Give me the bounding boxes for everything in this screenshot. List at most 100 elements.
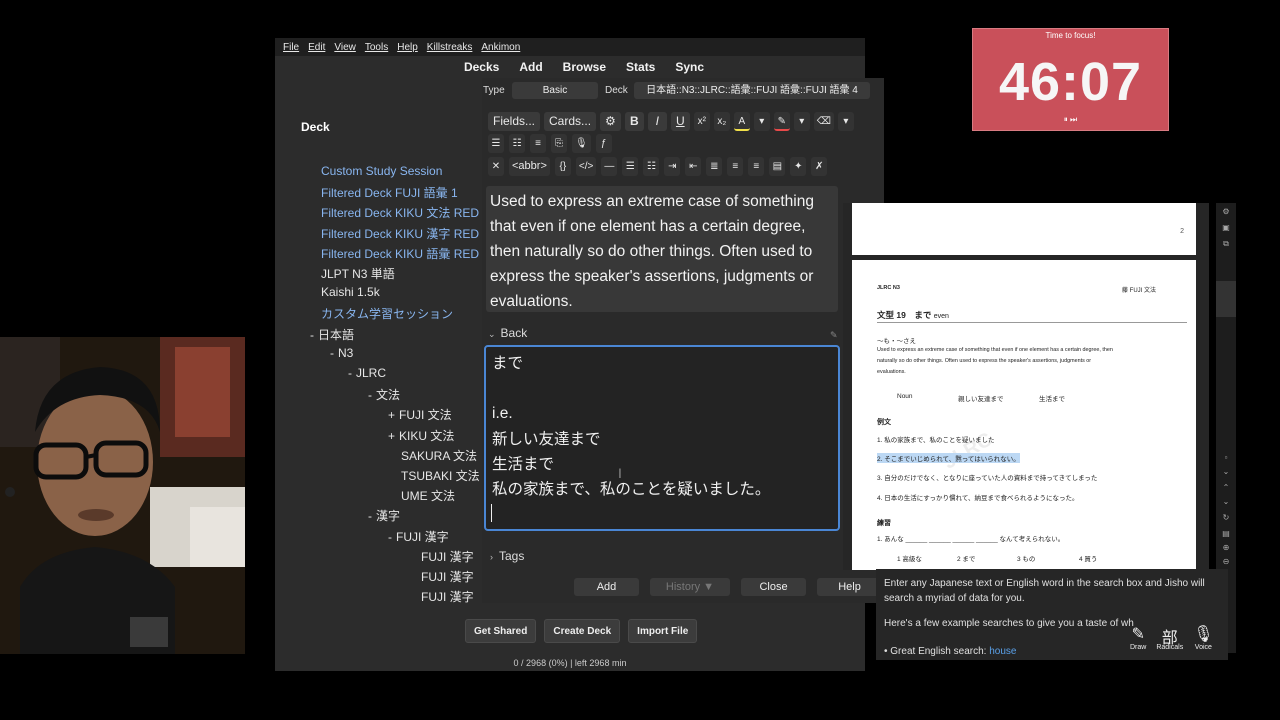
zoom-in-icon[interactable]: ⊕: [1216, 543, 1236, 552]
ordered-list-icon[interactable]: ☷: [643, 156, 660, 176]
menu-tools[interactable]: Tools: [365, 42, 388, 53]
highlight-icon[interactable]: ✎: [773, 111, 790, 131]
voice-tool[interactable]: 🎙 Voice: [1193, 624, 1213, 651]
menu-edit[interactable]: Edit: [308, 42, 325, 53]
help-button[interactable]: Help: [817, 578, 882, 596]
draw-tool[interactable]: ✎ Draw: [1130, 624, 1146, 651]
deck-item[interactable]: TSUBAKI 文法: [401, 467, 480, 484]
refresh-icon[interactable]: ↻: [1216, 513, 1236, 522]
align-center-icon[interactable]: ≣: [706, 156, 723, 176]
deck-item[interactable]: + FUJI 文法: [388, 406, 452, 423]
collapse-icon[interactable]: -: [330, 346, 334, 360]
deck-item[interactable]: Kaishi 1.5k: [321, 285, 380, 299]
radicals-tool[interactable]: 部 Radicals: [1156, 624, 1183, 651]
expand-icon[interactable]: +: [388, 429, 395, 443]
attach-icon[interactable]: ⎘: [551, 133, 567, 153]
clear-format-icon[interactable]: ✕: [488, 156, 504, 176]
align-icon[interactable]: ≡: [530, 133, 546, 153]
copy-icon[interactable]: ⧉: [1216, 239, 1236, 249]
expand-icon[interactable]: +: [388, 408, 395, 422]
document-icon[interactable]: ▤: [1216, 529, 1236, 538]
justify-icon[interactable]: ▤: [769, 156, 786, 176]
deck-item[interactable]: SAKURA 文法: [401, 447, 477, 464]
horizontal-rule-icon[interactable]: —: [601, 156, 618, 176]
deck-item[interactable]: UME 文法: [401, 487, 455, 504]
numbered-list-icon[interactable]: ☷: [509, 133, 525, 153]
abbr-button[interactable]: <abbr>: [509, 156, 550, 176]
deck-item[interactable]: - FUJI 漢字: [388, 528, 449, 545]
pin-icon[interactable]: ✎: [830, 330, 838, 341]
tags-row[interactable]: › Tags: [490, 549, 524, 563]
chevron-up-icon[interactable]: ⌃: [1216, 483, 1236, 492]
jisho-house-link[interactable]: house: [989, 646, 1016, 657]
indent-icon[interactable]: ⇥: [664, 156, 681, 176]
sparkle-icon[interactable]: ✦: [790, 156, 807, 176]
outdent-icon[interactable]: ⇤: [685, 156, 702, 176]
zoom-out-icon[interactable]: ⊖: [1216, 557, 1236, 566]
deck-item[interactable]: - 漢字: [368, 507, 400, 524]
bold-icon[interactable]: B: [624, 111, 644, 131]
bookmark-icon[interactable]: ▣: [1216, 223, 1236, 232]
timer-controls[interactable]: ⏸ ⏭: [973, 115, 1168, 125]
menu-ankimon[interactable]: Ankimon: [481, 42, 520, 53]
back-field[interactable]: まで i.e. 新しい友達まで 生活まで 私の家族まで、私のことを疑いました。 …: [484, 345, 840, 531]
get-shared-button[interactable]: Get Shared: [465, 619, 537, 643]
italic-icon[interactable]: I: [647, 111, 667, 131]
underline-icon[interactable]: U: [670, 111, 690, 131]
superscript-icon[interactable]: x²: [693, 111, 710, 131]
close-button[interactable]: Close: [741, 578, 806, 596]
deck-item[interactable]: - 文法: [368, 386, 400, 403]
menu-killstreaks[interactable]: Killstreaks: [427, 42, 473, 53]
note-type-selector[interactable]: Basic: [512, 82, 598, 99]
toolbar-browse[interactable]: Browse: [563, 60, 606, 74]
toolbar-sync[interactable]: Sync: [675, 60, 704, 74]
bullet-list-icon[interactable]: ☰: [488, 133, 504, 153]
collapse-icon[interactable]: -: [368, 388, 372, 402]
highlight-dropdown-icon[interactable]: ▾: [793, 111, 810, 131]
menu-view[interactable]: View: [334, 42, 356, 53]
code-icon[interactable]: </>: [575, 156, 597, 176]
eraser-icon[interactable]: ⌫: [813, 111, 834, 131]
deck-item[interactable]: FUJI 漢字: [421, 568, 474, 585]
braces-icon[interactable]: {}: [554, 156, 571, 176]
align-right-icon[interactable]: ≡: [748, 156, 765, 176]
deck-item[interactable]: - N3: [330, 346, 353, 360]
collapse-icon[interactable]: -: [348, 366, 352, 380]
scrollbar-thumb[interactable]: .: [1216, 281, 1236, 317]
create-deck-button[interactable]: Create Deck: [544, 619, 621, 643]
collapse-icon[interactable]: -: [310, 328, 314, 342]
deck-item[interactable]: + KIKU 文法: [388, 427, 454, 444]
deck-item[interactable]: JLPT N3 単語: [321, 265, 395, 282]
page-indicator-icon[interactable]: ▫: [1216, 453, 1236, 462]
deck-item[interactable]: Filtered Deck KIKU 漢字 RED: [321, 225, 479, 242]
menu-help[interactable]: Help: [397, 42, 418, 53]
toolbar-decks[interactable]: Decks: [464, 60, 499, 74]
back-field-header[interactable]: ⌄ Back: [488, 326, 527, 340]
align-left-icon[interactable]: ≡: [727, 156, 744, 176]
text-color-dropdown-icon[interactable]: ▾: [753, 111, 770, 131]
menu-file[interactable]: File: [283, 42, 299, 53]
deck-item[interactable]: FUJI 漢字: [421, 548, 474, 565]
import-file-button[interactable]: Import File: [628, 619, 698, 643]
collapse-chevron-icon[interactable]: ⌄: [488, 329, 496, 339]
collapse-icon[interactable]: -: [368, 509, 372, 523]
deck-item[interactable]: Custom Study Session: [321, 164, 442, 178]
eraser-dropdown-icon[interactable]: ▾: [837, 111, 854, 131]
toolbar-add[interactable]: Add: [519, 60, 542, 74]
deck-item[interactable]: - JLRC: [348, 366, 386, 380]
text-color-icon[interactable]: A: [733, 111, 750, 131]
deck-item[interactable]: カスタム学習セッション: [321, 305, 453, 322]
collapse-icon[interactable]: -: [388, 530, 392, 544]
deck-item[interactable]: - 日本語: [310, 326, 354, 343]
deck-item[interactable]: Filtered Deck FUJI 語彙 1: [321, 184, 458, 201]
function-icon[interactable]: ƒ: [595, 133, 612, 153]
gear-icon[interactable]: ⚙: [600, 111, 621, 131]
deck-selector[interactable]: 日本語::N3::JLRC::語彙::FUJI 語彙::FUJI 語彙 4: [634, 82, 870, 99]
remove-icon[interactable]: ✗: [811, 156, 828, 176]
deck-item[interactable]: Filtered Deck KIKU 文法 RED: [321, 204, 479, 221]
front-field[interactable]: Used to express an extreme case of somet…: [486, 186, 838, 312]
cards-button[interactable]: Cards...: [544, 111, 597, 131]
add-button[interactable]: Add: [574, 578, 639, 596]
deck-item[interactable]: FUJI 漢字: [421, 588, 474, 605]
settings-icon[interactable]: ⚙: [1216, 207, 1236, 216]
